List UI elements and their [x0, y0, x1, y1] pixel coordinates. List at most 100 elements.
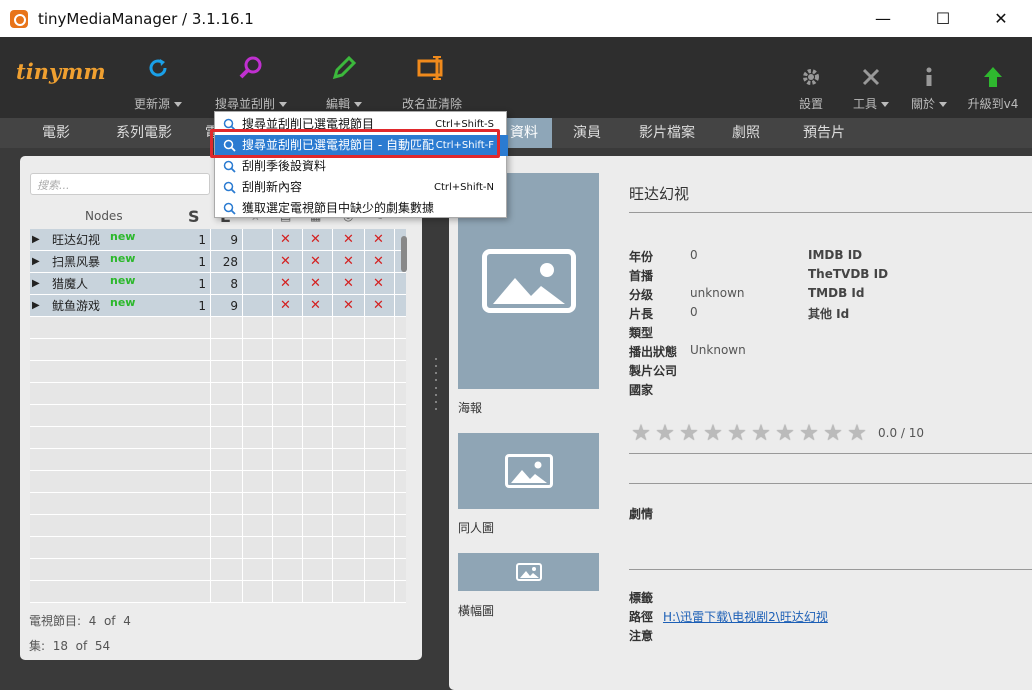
settings-label: 設置 [798, 97, 823, 111]
search-input[interactable]: 搜索... [30, 173, 210, 195]
tv-show-count-of: of [103, 614, 116, 628]
fanart-image[interactable] [458, 433, 599, 509]
highlight-annotation-box [210, 129, 500, 158]
wrench-icon [850, 65, 892, 89]
info-icon [908, 65, 950, 89]
expand-triangle-icon[interactable]: ▶ [32, 229, 40, 251]
show-name: 猎魔人 [52, 277, 89, 291]
rating-star-icon[interactable]: ★ [725, 423, 749, 445]
tab-movies[interactable]: 電影 [0, 118, 112, 148]
banner-image[interactable] [458, 553, 599, 591]
gear-icon [796, 65, 826, 89]
id-label: TheTVDB ID [808, 267, 889, 281]
tab-cast[interactable]: 演員 [552, 118, 622, 148]
pencil-icon [322, 51, 366, 85]
rename-clean-label: 改名並清除 [401, 97, 462, 111]
settings-button[interactable]: 設置 [796, 65, 826, 112]
empty-row [30, 449, 406, 471]
rename-clean-button[interactable]: 改名並清除 [400, 51, 464, 112]
id-label: IMDB ID [808, 248, 863, 262]
field-label: 製片公司 [629, 364, 678, 378]
list-scrollbar[interactable] [401, 236, 408, 596]
field-label: 類型 [629, 326, 654, 340]
empty-row [30, 581, 406, 603]
divider [629, 453, 1032, 454]
missing-mark-icon: ✕ [310, 232, 321, 247]
edit-label: 編輯 [325, 97, 350, 111]
rating-star-icon[interactable]: ★ [677, 423, 701, 445]
tab-media-files[interactable]: 影片檔案 [622, 118, 712, 148]
missing-mark-icon: ✕ [310, 276, 321, 291]
search-scrape-label: 搜尋並刮削 [214, 97, 275, 111]
poster-label: 海報 [458, 401, 483, 415]
missing-mark-icon: ✕ [343, 276, 354, 291]
rating-star-icon[interactable]: ★ [797, 423, 821, 445]
expand-triangle-icon[interactable]: ▶ [32, 251, 40, 273]
table-row[interactable]: ▶ 猎魔人 new 1 8 ✕ ✕ ✕ ✕ [30, 273, 406, 295]
tinymm-logo: tinymm [16, 59, 106, 84]
tv-show-count: 電視節目: 4 of 4 [29, 612, 131, 629]
close-window-button[interactable]: ✕ [978, 0, 1024, 37]
menu-item[interactable]: 刮削新內容 Ctrl+Shift-N [215, 177, 508, 198]
image-placeholder-icon [481, 249, 576, 313]
about-button[interactable]: 關於 [908, 65, 950, 112]
show-title: 旺达幻视 [629, 185, 690, 203]
tab-movie-sets[interactable]: 系列電影 [112, 118, 176, 148]
search-scrape-dropdown-menu: 搜尋並刮削已選電視節目 Ctrl+Shift-S 搜尋並刮削已選電視節目 - 自… [214, 111, 508, 219]
search-scrape-button[interactable]: 搜尋並刮削 [212, 51, 290, 112]
rating-star-icon[interactable]: ★ [701, 423, 725, 445]
path-link[interactable]: H:\迅雷下载\电视剧2\旺达幻视 [663, 608, 828, 625]
col-nodes[interactable]: Nodes [85, 204, 123, 226]
update-source-button[interactable]: 更新源 [130, 51, 186, 112]
pane-splitter[interactable] [434, 358, 438, 410]
col-seasons[interactable]: S [188, 204, 200, 226]
plot-label: 劇情 [629, 507, 654, 521]
menu-item[interactable]: 刮削季後設資料 [215, 156, 508, 177]
table-row[interactable]: ▶ 扫黑风暴 new 1 28 ✕ ✕ ✕ ✕ [30, 251, 406, 273]
menu-item-label: 刮削新內容 [242, 180, 303, 194]
rating-star-icon[interactable]: ★ [749, 423, 773, 445]
divider [629, 483, 1032, 484]
empty-row [30, 471, 406, 493]
tab-trailers[interactable]: 預告片 [780, 118, 868, 148]
image-placeholder-icon [504, 454, 553, 488]
maximize-button[interactable]: ☐ [920, 0, 966, 37]
empty-row [30, 537, 406, 559]
missing-mark-icon: ✕ [280, 298, 291, 313]
episode-count-b: 54 [94, 639, 111, 653]
search-icon [223, 159, 236, 173]
tab-artwork[interactable]: 劇照 [712, 118, 780, 148]
rating-star-icon[interactable]: ★ [773, 423, 797, 445]
edit-button[interactable]: 編輯 [322, 51, 366, 112]
rating-star-icon[interactable]: ★ [845, 423, 869, 445]
menu-item-shortcut: Ctrl+Shift-N [434, 182, 494, 193]
rating-stars[interactable]: ★ ★ ★ ★ ★ ★ ★ ★ ★ ★ [629, 423, 869, 445]
field-label: 分级 [629, 288, 654, 302]
expand-triangle-icon[interactable]: ▶ [32, 295, 40, 317]
tools-button[interactable]: 工具 [850, 65, 892, 112]
episode-count-cell: 9 [230, 299, 238, 313]
rating-star-icon[interactable]: ★ [653, 423, 677, 445]
missing-mark-icon: ✕ [343, 232, 354, 247]
episode-count-a: 18 [52, 639, 68, 653]
episode-count-cell: 9 [230, 233, 238, 247]
season-count: 1 [198, 299, 206, 313]
upgrade-button[interactable]: 升級到v4 [966, 65, 1020, 112]
rating-value: 0.0 / 10 [878, 426, 925, 440]
empty-row [30, 383, 406, 405]
window-title: tinyMediaManager / 3.1.16.1 [38, 9, 254, 28]
tags-label: 標籤 [629, 591, 654, 605]
show-name: 扫黑风暴 [52, 255, 101, 269]
table-row[interactable]: ▶ 旺达幻视 new 1 9 ✕ ✕ ✕ ✕ [30, 229, 406, 251]
expand-triangle-icon[interactable]: ▶ [32, 273, 40, 295]
rating-star-icon[interactable]: ★ [629, 423, 653, 445]
table-row[interactable]: ▶ 鱿鱼游戏 new 1 9 ✕ ✕ ✕ ✕ [30, 295, 406, 317]
new-badge: new [110, 296, 136, 309]
rating-star-icon[interactable]: ★ [821, 423, 845, 445]
episode-count-cell: 28 [222, 255, 238, 269]
scroll-thumb[interactable] [401, 236, 407, 272]
missing-mark-icon: ✕ [373, 298, 384, 313]
upgrade-label: 升級到v4 [967, 97, 1019, 111]
menu-item[interactable]: 獲取選定電視節目中缺少的劇集數據 [215, 198, 508, 219]
minimize-button[interactable]: — [860, 0, 906, 37]
